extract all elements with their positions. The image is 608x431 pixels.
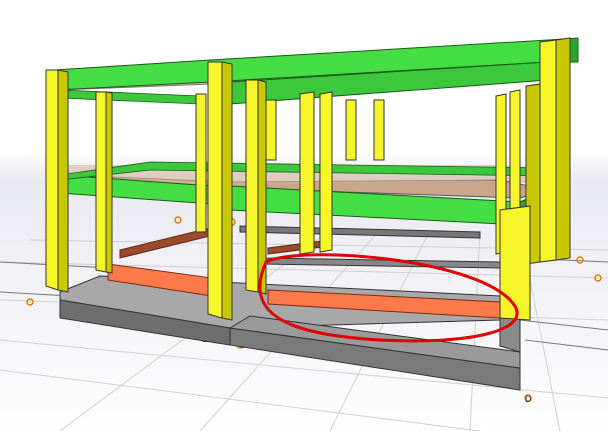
axis-label-d: D bbox=[525, 394, 532, 404]
structure-model[interactable]: B C D bbox=[0, 0, 608, 431]
3d-viewport[interactable]: B C D bbox=[0, 0, 608, 431]
